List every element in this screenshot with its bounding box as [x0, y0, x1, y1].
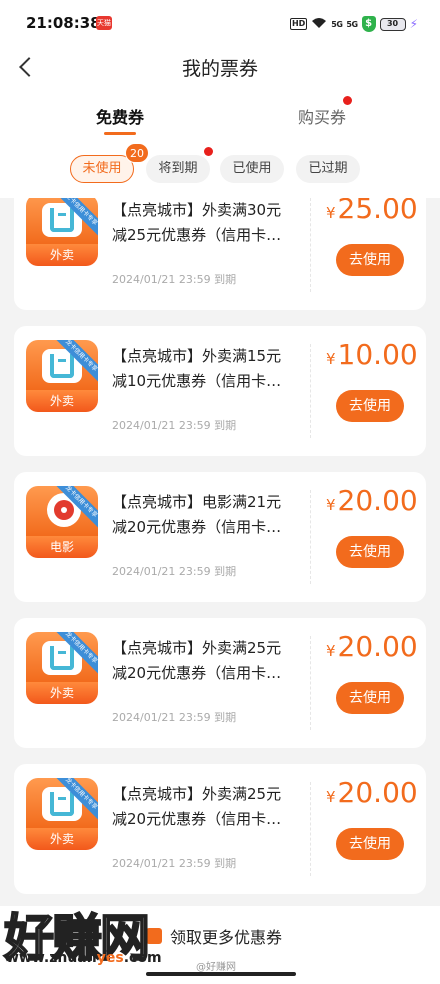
coupon-category-label: 外卖	[26, 682, 98, 704]
coupon-title: 【点亮城市】外卖满30元 减25元优惠券（信用卡…	[112, 201, 282, 244]
charging-icon: ⚡	[409, 17, 418, 31]
coupon-expiry: 2024/01/21 23:59 到期	[112, 273, 237, 286]
watermark-handle: @好赚网	[196, 962, 236, 973]
tab-purchased-coupons[interactable]: 购买券	[262, 104, 382, 128]
security-shield-icon: $	[361, 16, 376, 32]
use-coupon-button[interactable]: 去使用	[336, 390, 404, 422]
divider	[310, 344, 311, 438]
coupon-title: 【点亮城市】电影满21元 减20元优惠券（信用卡…	[112, 493, 282, 536]
coupon-category-label: 电影	[26, 536, 98, 558]
filter-expiring[interactable]: 将到期	[146, 155, 210, 183]
divider	[310, 490, 311, 584]
coupon-card[interactable]: 龙卡信用卡专享 外卖 【点亮城市】外卖满25元 减20元优惠券（信用卡… 2024…	[14, 764, 426, 894]
takeout-icon: 龙卡信用卡专享 外卖	[26, 778, 98, 850]
status-filters: 未使用 将到期 已使用 已过期	[0, 140, 440, 198]
active-tab-indicator	[104, 132, 136, 135]
notification-dot	[204, 147, 213, 156]
coupon-amount: ¥10.00	[326, 338, 418, 371]
status-icons: HD 5G 5G $ 30 ⚡	[289, 16, 418, 32]
coupon-amount: ¥20.00	[326, 630, 418, 663]
use-coupon-button[interactable]: 去使用	[336, 828, 404, 860]
coupon-amount: ¥20.00	[326, 776, 418, 809]
coupon-list[interactable]: 龙卡信用卡专享 外卖 【点亮城市】外卖满30元 减25元优惠券（信用卡… 2024…	[0, 198, 440, 906]
takeout-icon: 龙卡信用卡专享 外卖	[26, 198, 98, 266]
coupon-expiry: 2024/01/21 23:59 到期	[112, 711, 237, 724]
movie-icon: 龙卡信用卡专享 电影	[26, 486, 98, 558]
coupon-expiry: 2024/01/21 23:59 到期	[112, 857, 237, 870]
coupon-card[interactable]: 龙卡信用卡专享 外卖 【点亮城市】外卖满30元 减25元优惠券（信用卡… 2024…	[14, 198, 426, 310]
divider	[310, 782, 311, 876]
coupon-card[interactable]: 龙卡信用卡专享 电影 【点亮城市】电影满21元 减20元优惠券（信用卡… 2024…	[14, 472, 426, 602]
coupon-title: 【点亮城市】外卖满15元 减10元优惠券（信用卡…	[112, 347, 282, 390]
use-coupon-button[interactable]: 去使用	[336, 682, 404, 714]
coupon-card[interactable]: 龙卡信用卡专享 外卖 【点亮城市】外卖满25元 减20元优惠券（信用卡… 2024…	[14, 618, 426, 748]
coupon-amount: ¥20.00	[326, 484, 418, 517]
filter-unused[interactable]: 未使用	[70, 155, 134, 183]
coupon-expiry: 2024/01/21 23:59 到期	[112, 419, 237, 432]
use-coupon-button[interactable]: 去使用	[336, 244, 404, 276]
wifi-icon	[311, 17, 327, 31]
tab-free-coupons[interactable]: 免费券	[60, 104, 180, 128]
tmall-icon: 天猫	[96, 16, 112, 30]
signal-5g-icon-2: 5G	[346, 19, 358, 29]
coupon-type-tabs: 免费券 购买券	[0, 90, 440, 140]
watermark-url: www.zhuanyes.com	[6, 950, 162, 966]
nav-header: 我的票券	[0, 44, 440, 90]
coupon-category-label: 外卖	[26, 390, 98, 412]
use-coupon-button[interactable]: 去使用	[336, 536, 404, 568]
coupon-expiry: 2024/01/21 23:59 到期	[112, 565, 237, 578]
coupon-title: 【点亮城市】外卖满25元 减20元优惠券（信用卡…	[112, 785, 282, 828]
status-bar: 21:08:38 天猫 HD 5G 5G $ 30 ⚡	[0, 0, 440, 44]
coupon-amount: ¥25.00	[326, 198, 418, 225]
signal-5g-icon: 5G	[331, 19, 343, 29]
status-time: 21:08:38	[26, 14, 101, 32]
unused-count-badge: 20	[125, 143, 149, 163]
get-more-coupons-link[interactable]: 领取更多优惠券	[146, 924, 282, 948]
page-title: 我的票券	[181, 58, 258, 80]
divider	[310, 636, 311, 730]
coupon-card[interactable]: 龙卡信用卡专享 外卖 【点亮城市】外卖满15元 减10元优惠券（信用卡… 2024…	[14, 326, 426, 456]
coupon-category-label: 外卖	[26, 244, 98, 266]
divider	[310, 198, 311, 292]
takeout-icon: 龙卡信用卡专享 外卖	[26, 340, 98, 412]
filter-expired[interactable]: 已过期	[296, 155, 360, 183]
takeout-icon: 龙卡信用卡专享 外卖	[26, 632, 98, 704]
battery-icon: 30	[379, 17, 406, 31]
hd-icon: HD	[289, 18, 308, 30]
coupon-title: 【点亮城市】外卖满25元 减20元优惠券（信用卡…	[112, 639, 282, 682]
filter-used[interactable]: 已使用	[220, 155, 284, 183]
coupon-category-label: 外卖	[26, 828, 98, 850]
notification-dot	[343, 96, 352, 105]
